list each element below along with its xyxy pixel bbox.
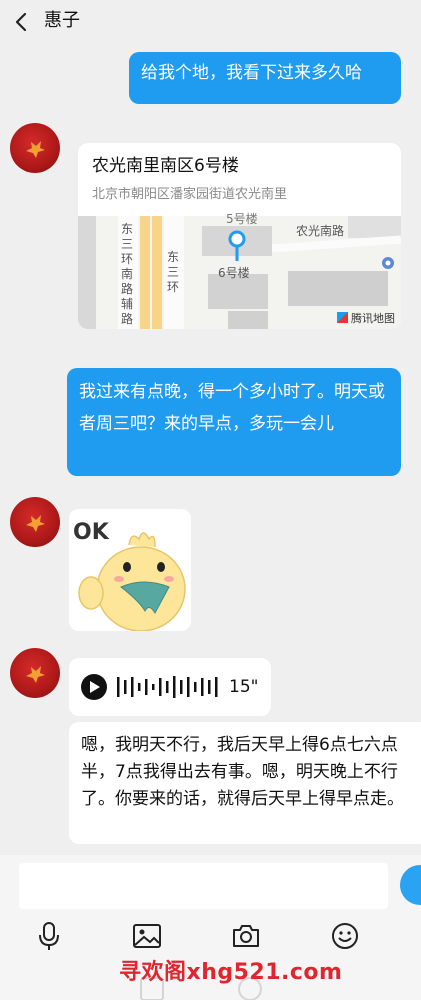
back-button[interactable] [10,8,38,36]
transcript-text: 嗯，我明天不行，我后天早上得6点七六点半，7点我得出去有事。嗯，明天晚上不行了。… [81,735,404,809]
map-building-label: 6号楼 [218,266,250,280]
map-road-label: 东三环南路辅路 [120,222,133,326]
map-poi-icon [382,257,394,269]
location-card[interactable]: 农光南里南区6号楼 北京市朝阳区潘家园街道农光南里 东三环南路辅路 东三环 农光… [78,143,401,329]
waveform-icon [117,676,218,698]
sticker-text: OK [73,520,110,545]
location-address: 北京市朝阳区潘家园街道农光南里 [92,187,288,202]
camera-icon [233,925,259,947]
voice-transcript[interactable]: 嗯，我明天不行，我后天早上得6点七六点半，7点我得出去有事。嗯，明天晚上不行了。… [69,722,421,844]
sticker-message[interactable]: OK [69,509,191,631]
play-button[interactable] [81,674,107,700]
camera-button[interactable] [231,921,261,951]
leaf-icon [26,515,45,532]
voice-message[interactable]: 15" [69,658,271,716]
message-text: 给我个地，我看下过来多久哈 [141,63,362,83]
emoji-button[interactable] [330,921,360,951]
chat-header: 惠子 [0,0,421,44]
image-button[interactable] [132,921,162,951]
map-attribution: 腾讯地图 [337,310,395,326]
contact-avatar[interactable] [10,648,60,698]
map-road-label: 农光南路 [296,224,345,238]
sent-message-bubble[interactable]: 我过来有点晚，得一个多小时了。明天或者周三吧？来的早点，多玩一会儿 [67,368,401,476]
map-road-label: 东三环 [167,250,180,294]
map-building-label: 5号楼 [226,212,258,226]
image-icon [133,924,161,948]
message-text: 我过来有点晚，得一个多小时了。明天或者周三吧？来的早点，多玩一会儿 [79,382,385,434]
voice-duration: 15" [229,677,259,697]
sent-message-bubble[interactable]: 给我个地，我看下过来多久哈 [129,52,401,104]
contact-name[interactable]: 惠子 [44,9,80,33]
leaf-icon [26,141,45,158]
watermark-text: 寻欢阁xhg521.com [119,960,343,985]
emoji-icon [332,923,358,949]
microphone-icon [39,922,59,950]
map-preview[interactable]: 东三环南路辅路 东三环 农光南路 5号楼 6号楼 腾讯地图 [78,212,401,329]
voice-input-button[interactable] [34,921,64,951]
map-pin-icon [228,230,246,261]
send-button[interactable] [400,865,421,905]
tencent-map-logo-icon [337,312,348,323]
chat-screen: 惠子 给我个地，我看下过来多久哈 农光南里南区6号楼 北京市朝阳区潘家园街道农光… [0,0,421,1000]
message-input[interactable] [19,863,388,909]
location-title: 农光南里南区6号楼 [92,156,239,176]
map-attribution-text: 腾讯地图 [351,312,395,325]
play-icon [90,681,100,693]
input-bar: 寻欢阁xhg521.com [0,855,421,1000]
contact-avatar[interactable] [10,497,60,547]
duck-ok-sticker-icon: OK [69,509,191,631]
contact-avatar[interactable] [10,123,60,173]
leaf-icon [26,666,45,683]
chevron-left-icon [15,12,27,32]
